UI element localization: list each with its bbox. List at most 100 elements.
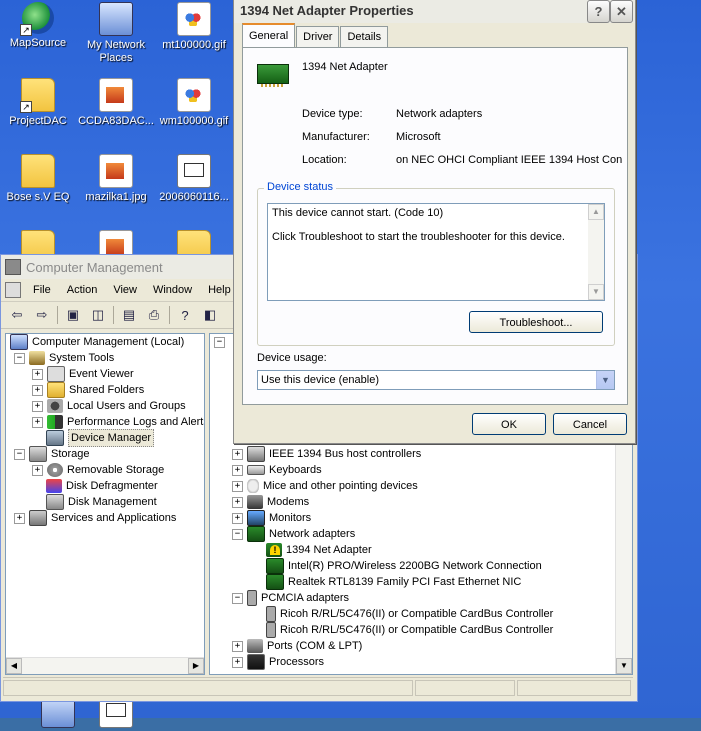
tree-item-services-applications[interactable]: + Services and Applications — [14, 510, 176, 526]
device-intel-wireless[interactable]: Intel(R) PRO/Wireless 2200BG Network Con… — [266, 558, 542, 574]
tab-driver[interactable]: Driver — [296, 26, 340, 47]
collapse-icon[interactable]: − — [232, 528, 243, 540]
tree-item-system-tools[interactable]: − System Tools — [14, 350, 114, 366]
desktop-icon-label: mazilka1.jpg — [85, 191, 147, 203]
desktop-icon-mapsource[interactable]: MapSource — [0, 2, 76, 50]
forward-arrow-icon[interactable]: ⇨ — [32, 305, 52, 325]
shared-folder-icon — [47, 382, 65, 398]
device-ricoh-cardbus-2[interactable]: Ricoh R/RL/5C476(II) or Compatible CardB… — [266, 622, 553, 638]
network-card-icon — [266, 558, 284, 574]
scroll-up-icon[interactable]: ▲ — [588, 204, 604, 220]
device-type-label: Device type: — [302, 108, 363, 120]
device-category-network-adapters[interactable]: − Network adapters — [232, 526, 355, 542]
tree-item-shared-folders[interactable]: + Shared Folders — [32, 382, 144, 398]
scroll-down-icon[interactable]: ▼ — [588, 284, 604, 300]
up-folder-icon[interactable]: ▣ — [63, 305, 83, 325]
menu-view[interactable]: View — [105, 284, 145, 296]
desktop-icon-mazilka1[interactable]: mazilka1.jpg — [78, 154, 154, 204]
back-arrow-icon[interactable]: ⇦ — [7, 305, 27, 325]
toolbar-separator — [57, 306, 58, 324]
tree-item-local-users[interactable]: + Local Users and Groups — [32, 398, 186, 414]
expand-icon[interactable]: + — [232, 512, 243, 524]
device-usage-select[interactable]: Use this device (enable) ▼ — [257, 370, 615, 390]
properties-icon[interactable]: ▤ — [119, 305, 139, 325]
desktop-icon-mt100000[interactable]: mt100000.gif — [156, 2, 232, 52]
desktop-icon-2006060116[interactable]: 2006060116... — [156, 154, 232, 204]
device-category-processors[interactable]: + Processors — [232, 654, 324, 670]
tree-item-computer-management[interactable]: Computer Management (Local) — [10, 334, 184, 350]
scroll-right-icon[interactable]: ▶ — [188, 658, 204, 674]
device-category-ieee1394[interactable]: + IEEE 1394 Bus host controllers — [232, 446, 421, 462]
tree-item-disk-defragmenter[interactable]: Disk Defragmenter — [46, 478, 158, 494]
keyboard-icon — [247, 465, 265, 475]
device-category-ports[interactable]: + Ports (COM & LPT) — [232, 638, 362, 654]
horizontal-scrollbar[interactable]: ◀ ▶ — [6, 657, 204, 674]
device-status-textbox[interactable]: This device cannot start. (Code 10) Clic… — [267, 203, 605, 301]
troubleshoot-button[interactable]: Troubleshoot... — [469, 311, 603, 333]
expand-icon[interactable]: + — [32, 416, 43, 428]
tree-item-storage[interactable]: − Storage — [14, 446, 90, 462]
device-category-keyboards[interactable]: + Keyboards — [232, 462, 322, 478]
tree-item-label: Performance Logs and Alerts — [67, 416, 205, 428]
help-icon[interactable]: ? — [175, 305, 195, 325]
close-button[interactable]: ✕ — [610, 0, 633, 23]
desktop-icon-projectdac[interactable]: ProjectDAC — [0, 78, 76, 128]
expand-icon[interactable]: + — [232, 496, 243, 508]
tab-general[interactable]: General — [242, 23, 296, 48]
device-usage-label: Device usage: — [257, 352, 327, 364]
collapse-icon[interactable]: − — [14, 352, 25, 364]
chevron-down-icon[interactable]: ▼ — [596, 371, 614, 389]
device-category-mice[interactable]: + Mice and other pointing devices — [232, 478, 418, 494]
menu-window[interactable]: Window — [145, 284, 200, 296]
collapse-icon[interactable]: − — [14, 448, 25, 460]
menu-action[interactable]: Action — [59, 284, 106, 296]
tree-item-label: Shared Folders — [69, 384, 145, 396]
scroll-down-icon[interactable]: ▼ — [616, 658, 632, 674]
tree-item-removable-storage[interactable]: + Removable Storage — [32, 462, 164, 478]
collapse-icon[interactable]: − — [232, 592, 243, 604]
app-menu-icon[interactable] — [5, 282, 21, 298]
device-1394-net-adapter[interactable]: 1394 Net Adapter — [266, 542, 372, 558]
refresh-icon[interactable]: ◧ — [200, 305, 220, 325]
expand-icon[interactable]: + — [32, 400, 43, 412]
removable-storage-icon — [47, 463, 63, 477]
expand-icon[interactable]: + — [232, 464, 243, 476]
device-category-pcmcia[interactable]: − PCMCIA adapters — [232, 590, 349, 606]
tree-item-device-manager[interactable]: Device Manager — [46, 429, 155, 447]
device-ricoh-cardbus-1[interactable]: Ricoh R/RL/5C476(II) or Compatible CardB… — [266, 606, 553, 622]
desktop-icon-my-network-places[interactable]: My Network Places — [78, 2, 154, 65]
menu-file[interactable]: File — [25, 284, 59, 296]
tab-details[interactable]: Details — [340, 26, 389, 47]
expand-icon[interactable]: + — [232, 480, 243, 492]
device-category-monitors[interactable]: + Monitors — [232, 510, 311, 526]
collapse-icon[interactable]: − — [214, 336, 225, 348]
tree-item-event-viewer[interactable]: + Event Viewer — [32, 366, 134, 382]
expand-icon[interactable]: + — [32, 368, 43, 380]
dialog-title-bar[interactable]: 1394 Net Adapter Properties ? ✕ — [234, 0, 635, 23]
tree-item-performance-logs[interactable]: + Performance Logs and Alerts — [32, 414, 205, 430]
expand-icon[interactable]: + — [32, 384, 43, 396]
desktop-icon-bose[interactable]: Bose s.V EQ — [0, 154, 76, 204]
device-realtek-nic[interactable]: Realtek RTL8139 Family PCI Fast Ethernet… — [266, 574, 521, 590]
cancel-button[interactable]: Cancel — [553, 413, 627, 435]
expand-icon[interactable]: + — [14, 512, 25, 524]
tree-root-collapse[interactable]: − — [214, 334, 229, 350]
ok-button[interactable]: OK — [472, 413, 546, 435]
print-icon[interactable]: ⎙ — [144, 305, 164, 325]
device-category-modems[interactable]: + Modems — [232, 494, 309, 510]
help-button[interactable]: ? — [587, 0, 610, 23]
expand-icon[interactable]: + — [232, 656, 243, 668]
expand-icon[interactable]: + — [232, 448, 243, 460]
monitor-icon — [247, 510, 265, 526]
expand-icon[interactable]: + — [232, 640, 243, 652]
scroll-left-icon[interactable]: ◀ — [6, 658, 22, 674]
users-icon — [47, 399, 63, 413]
desktop-icon-wm100000[interactable]: wm100000.gif — [156, 78, 232, 128]
tree-item-disk-management[interactable]: Disk Management — [46, 494, 157, 510]
device-name: 1394 Net Adapter — [302, 61, 388, 73]
desktop-icon-ccda83dac[interactable]: CCDA83DAC... — [78, 78, 154, 128]
expand-icon[interactable]: + — [32, 464, 43, 476]
show-hide-tree-icon[interactable]: ◫ — [88, 305, 108, 325]
desktop-icon-label: 2006060116... — [159, 191, 229, 203]
status-scrollbar[interactable]: ▲ ▼ — [588, 204, 604, 300]
